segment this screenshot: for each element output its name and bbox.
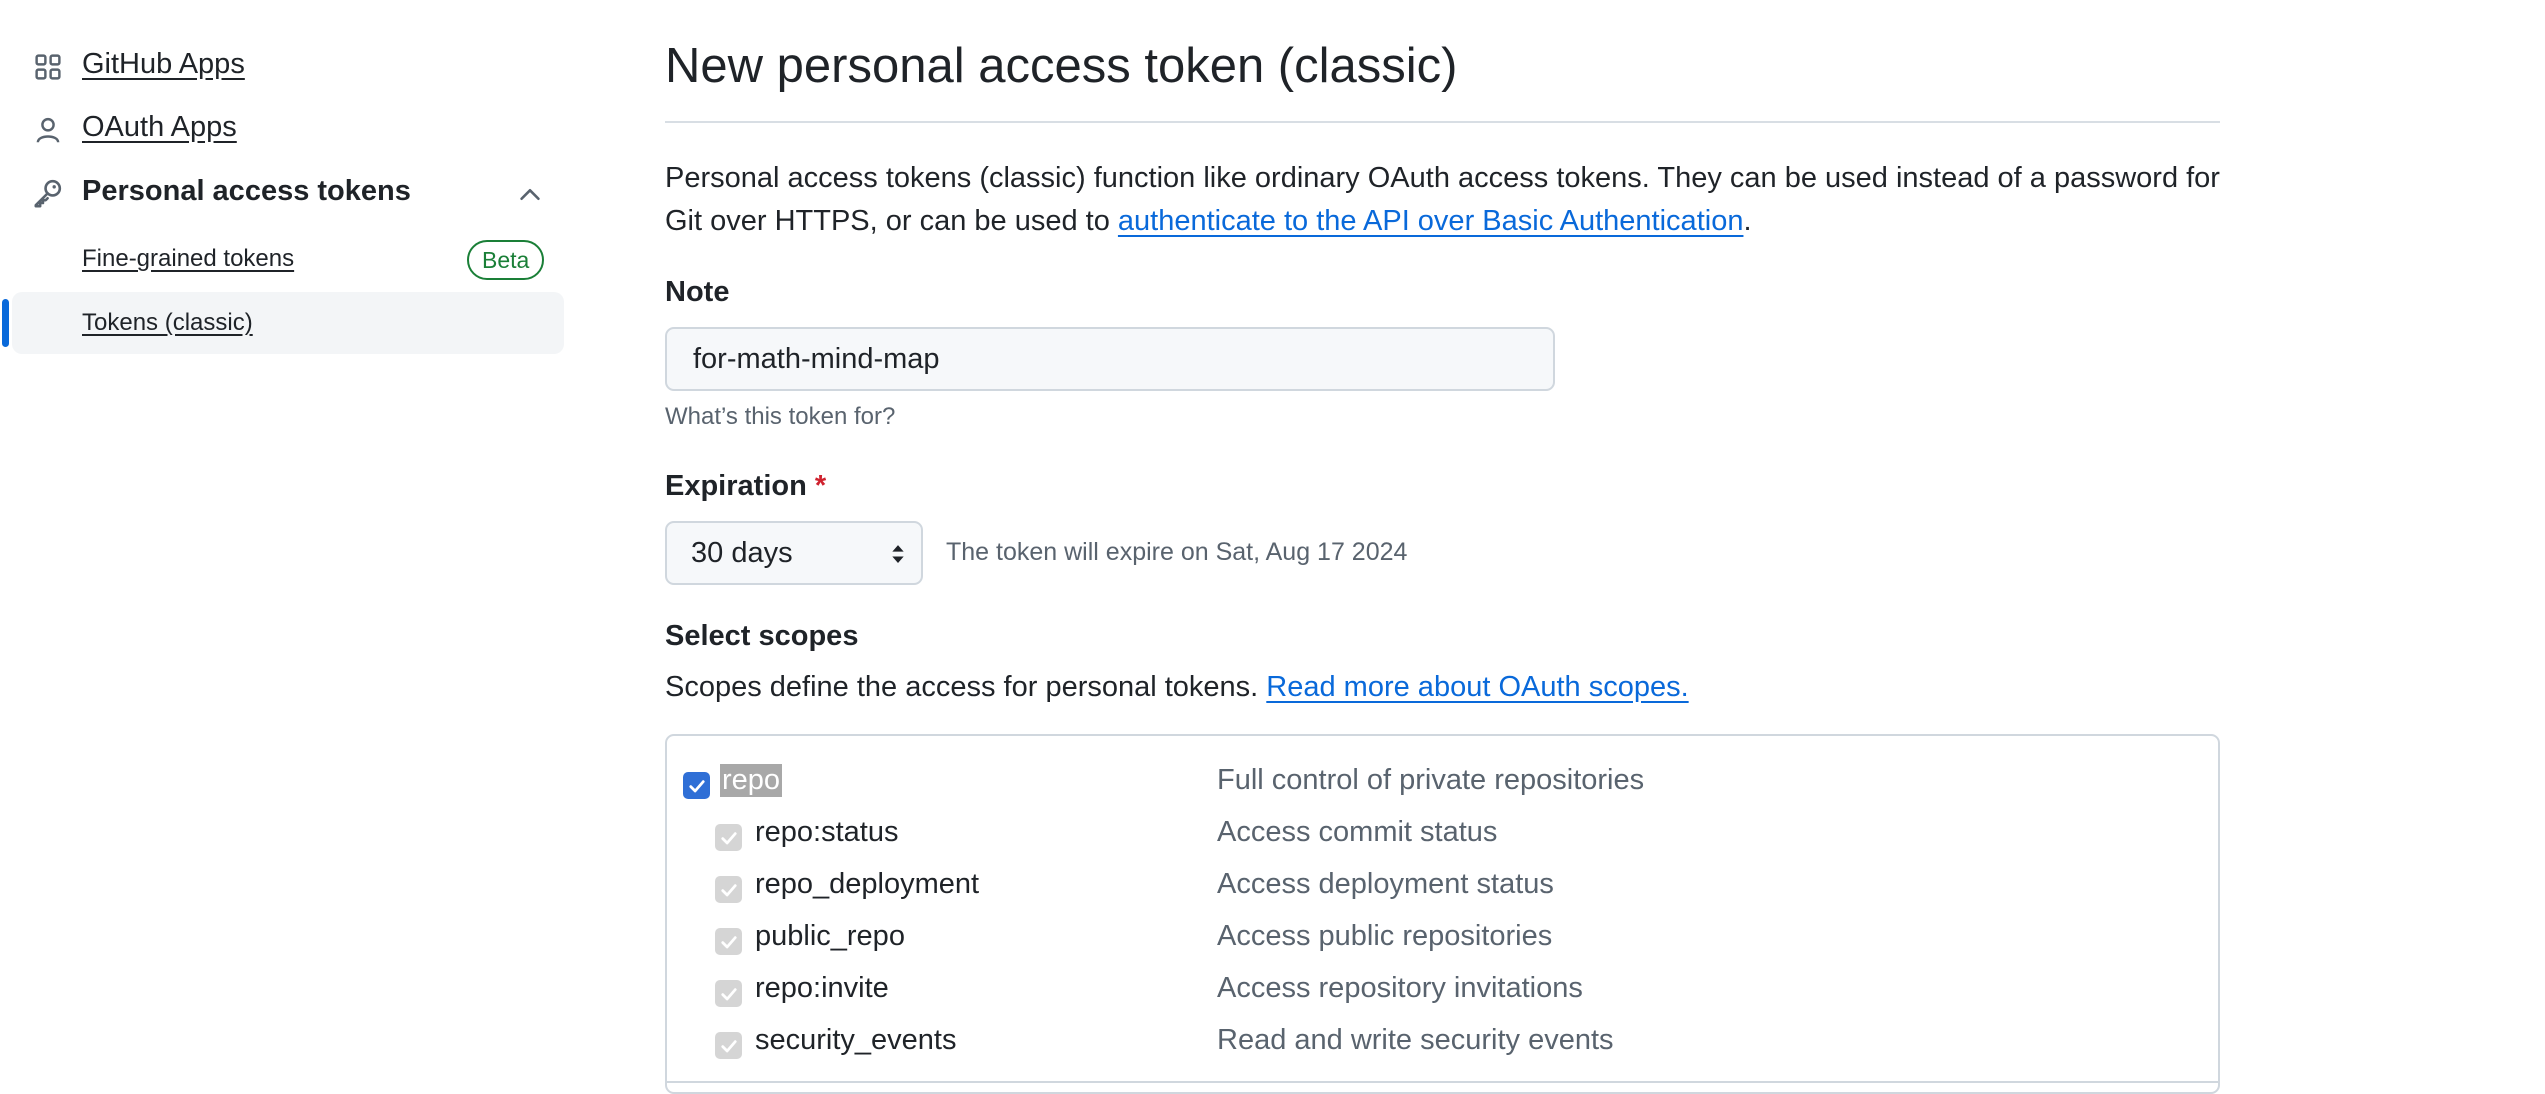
sidebar-item-label[interactable]: OAuth Apps — [82, 111, 237, 144]
oauth-scopes-link[interactable]: Read more about OAuth scopes. — [1266, 671, 1688, 703]
note-input[interactable] — [665, 327, 1555, 391]
scope-description: Full control of private repositories — [1217, 764, 1645, 796]
check-icon — [720, 883, 737, 896]
sidebar-item-label[interactable]: Tokens (classic) — [82, 309, 253, 337]
page-description: Personal access tokens (classic) functio… — [665, 157, 2220, 243]
scope-description: Access deployment status — [1217, 868, 1554, 900]
scope-checkbox[interactable] — [715, 876, 742, 903]
expiration-date-text: The token will expire on Sat, Aug 17 202… — [946, 538, 1408, 566]
person-icon — [33, 115, 63, 145]
scope-description: Access public repositories — [1217, 920, 1553, 952]
apps-grid-icon — [33, 52, 63, 82]
scope-row-security-events[interactable]: security_events Read and write security … — [667, 1014, 2217, 1066]
required-mark: * — [814, 470, 827, 502]
scope-name[interactable]: security_events — [755, 1024, 957, 1057]
scope-row-repo[interactable]: repo Full control of private repositorie… — [667, 754, 2217, 806]
check-icon — [720, 831, 737, 844]
scopes-description: Scopes define the access for personal to… — [665, 671, 1689, 704]
check-icon — [720, 935, 737, 948]
key-icon — [33, 178, 63, 208]
active-nav-indicator — [2, 299, 9, 347]
scope-row-repo-deployment[interactable]: repo_deployment Access deployment status — [667, 858, 2217, 910]
scope-name[interactable]: repo — [720, 764, 783, 797]
expiration-select[interactable]: 30 days — [665, 521, 923, 585]
basic-auth-link[interactable]: authenticate to the API over Basic Authe… — [1118, 205, 1744, 237]
title-divider — [665, 121, 2220, 123]
scope-checkbox[interactable] — [715, 1032, 742, 1059]
scope-description: Access commit status — [1217, 816, 1498, 848]
sidebar-item-label[interactable]: GitHub Apps — [82, 48, 245, 81]
check-icon — [688, 779, 705, 792]
note-label: Note — [665, 276, 730, 308]
beta-badge: Beta — [467, 240, 545, 280]
sidebar-item-label[interactable]: Personal access tokens — [82, 175, 411, 208]
scope-checkbox[interactable] — [683, 772, 710, 799]
scope-description: Read and write security events — [1217, 1024, 1614, 1056]
scope-description: Access repository invitations — [1217, 972, 1583, 1004]
sidebar-item-label[interactable]: Fine-grained tokens — [82, 245, 294, 273]
scope-name[interactable]: repo:invite — [755, 972, 889, 1005]
check-icon — [720, 987, 737, 1000]
expiration-label-text: Expiration — [665, 470, 807, 502]
page-title: New personal access token (classic) — [665, 39, 1458, 93]
scope-checkbox[interactable] — [715, 980, 742, 1007]
scope-checkbox[interactable] — [715, 928, 742, 955]
scopes-description-text: Scopes define the access for personal to… — [665, 671, 1267, 703]
scope-group-divider — [665, 1081, 2220, 1083]
scope-row-public-repo[interactable]: public_repo Access public repositories — [667, 910, 2217, 962]
note-hint: What’s this token for? — [665, 403, 896, 430]
select-scopes-heading: Select scopes — [665, 620, 859, 652]
scope-row-repo-invite[interactable]: repo:invite Access repository invitation… — [667, 962, 2217, 1014]
description-suffix: . — [1743, 205, 1752, 237]
scope-name[interactable]: repo:status — [755, 816, 898, 849]
scope-name[interactable]: repo_deployment — [755, 868, 979, 901]
chevron-up-icon[interactable] — [515, 180, 545, 210]
scopes-box: repo Full control of private repositorie… — [665, 734, 2220, 1094]
scope-row-repo-status[interactable]: repo:status Access commit status — [667, 806, 2217, 858]
expiration-selected-value: 30 days — [691, 537, 793, 569]
select-arrows-icon — [892, 545, 904, 563]
scope-checkbox[interactable] — [715, 824, 742, 851]
expiration-label: Expiration * — [665, 470, 826, 503]
check-icon — [720, 1039, 737, 1052]
scope-name[interactable]: public_repo — [755, 920, 905, 953]
